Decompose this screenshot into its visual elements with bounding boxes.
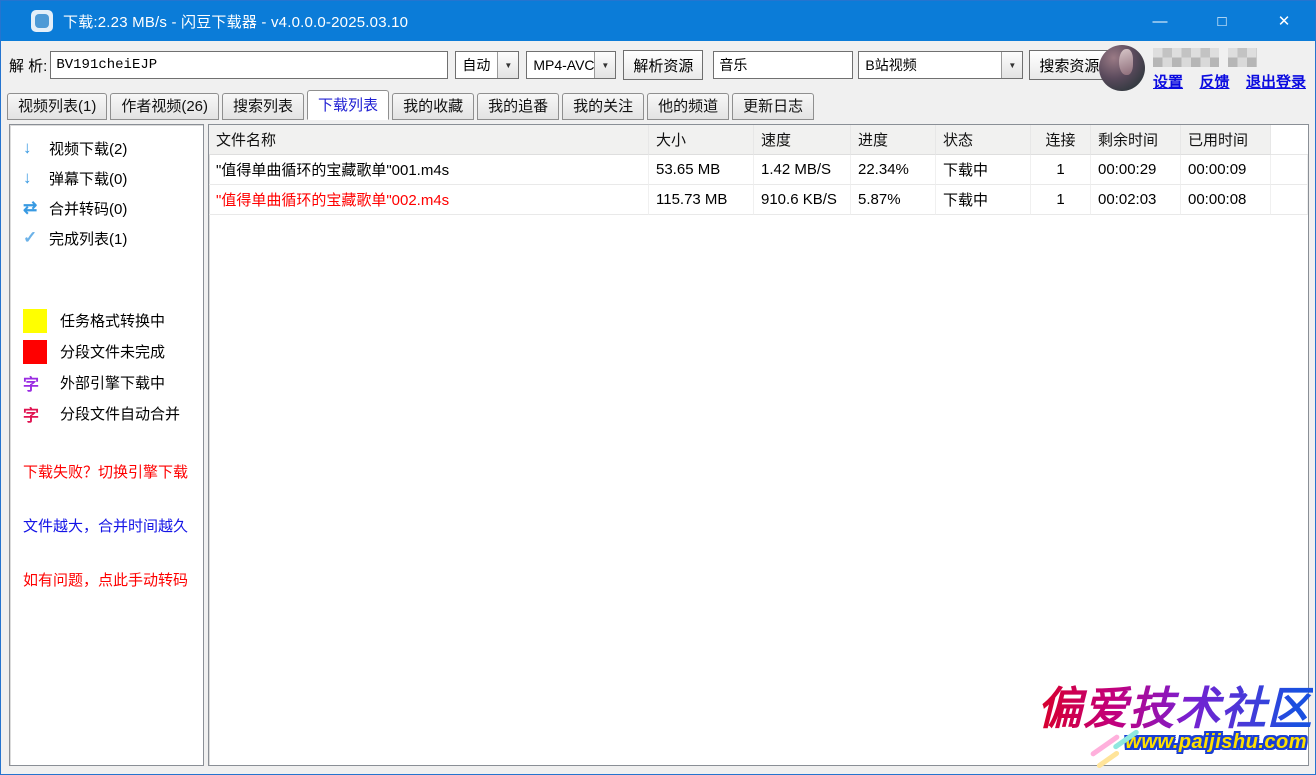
cell-filler <box>1271 155 1308 185</box>
cell-progress: 22.34% <box>851 155 936 185</box>
minimize-button[interactable]: — <box>1129 1 1191 41</box>
transcode-arrows-icon: ⇄ <box>23 198 49 218</box>
sidebar-item-merge-transcode[interactable]: ⇄ 合并转码(0) <box>23 193 203 223</box>
yellow-swatch <box>23 309 47 333</box>
username-censored <box>1153 48 1257 67</box>
mode-select[interactable]: 自动 ▼ <box>455 51 519 79</box>
close-button[interactable]: ✕ <box>1253 1 1315 41</box>
crimson-char-swatch: 字 <box>23 402 47 426</box>
cell-elapsed: 00:00:08 <box>1181 185 1271 215</box>
cell-filler <box>1271 185 1308 215</box>
tab-my-bangumi[interactable]: 我的追番 <box>477 93 559 120</box>
red-swatch <box>23 340 47 364</box>
col-filename[interactable]: 文件名称 <box>209 125 649 155</box>
parse-resource-button[interactable]: 解析资源 <box>623 50 703 80</box>
tab-author-videos[interactable]: 作者视频(26) <box>110 93 219 120</box>
cell-connections: 1 <box>1031 155 1091 185</box>
table-header: 文件名称 大小 速度 进度 状态 连接 剩余时间 已用时间 <box>209 125 1308 155</box>
tab-his-channel[interactable]: 他的频道 <box>647 93 729 120</box>
chevron-down-icon: ▼ <box>594 52 615 78</box>
header-filler <box>1271 125 1308 155</box>
chevron-down-icon: ▼ <box>497 52 518 78</box>
note-merge-time: 文件越大，合并时间越久 <box>23 515 203 536</box>
mosaic-block <box>1153 48 1219 67</box>
tab-search-list[interactable]: 搜索列表 <box>222 93 304 120</box>
sidebar-item-completed-list[interactable]: ✓ 完成列表(1) <box>23 223 203 253</box>
legend-label: 外部引擎下载中 <box>60 372 165 393</box>
purple-char-swatch: 字 <box>23 371 47 395</box>
tab-video-list[interactable]: 视频列表(1) <box>7 93 107 120</box>
app-window: 下载:2.23 MB/s - 闪豆下载器 - v4.0.0.0-2025.03.… <box>0 0 1316 775</box>
sidebar-notes: 下载失败？切换引擎下载 文件越大，合并时间越久 如有问题，点此手动转码 <box>23 461 203 590</box>
sidebar-item-label: 完成列表(1) <box>49 228 127 249</box>
sidebar-item-video-download[interactable]: ↓ 视频下载(2) <box>23 133 203 163</box>
note-switch-engine[interactable]: 下载失败？切换引擎下载 <box>23 461 203 482</box>
tab-bar: 视频列表(1) 作者视频(26) 搜索列表 下载列表 我的收藏 我的追番 我的关… <box>1 89 1315 120</box>
download-arrow-icon: ↓ <box>23 168 49 188</box>
sidebar-item-label: 合并转码(0) <box>49 198 127 219</box>
cell-speed: 1.42 MB/S <box>754 155 851 185</box>
cell-progress: 5.87% <box>851 185 936 215</box>
legend-label: 任务格式转换中 <box>60 310 165 331</box>
col-progress[interactable]: 进度 <box>851 125 936 155</box>
col-remaining[interactable]: 剩余时间 <box>1091 125 1181 155</box>
window-title: 下载:2.23 MB/s - 闪豆下载器 - v4.0.0.0-2025.03.… <box>63 11 408 32</box>
cell-speed: 910.6 KB/S <box>754 185 851 215</box>
cell-remaining: 00:02:03 <box>1091 185 1181 215</box>
chevron-down-icon: ▼ <box>1001 52 1022 78</box>
cell-size: 115.73 MB <box>649 185 754 215</box>
search-keyword-input[interactable] <box>713 51 853 79</box>
format-select[interactable]: MP4-AVC ▼ <box>526 51 616 79</box>
cell-status: 下载中 <box>936 185 1031 215</box>
col-status[interactable]: 状态 <box>936 125 1031 155</box>
source-select[interactable]: B站视频 ▼ <box>858 51 1023 79</box>
cell-status: 下载中 <box>936 155 1031 185</box>
cell-filename: "值得单曲循环的宝藏歌单"002.m4s <box>209 185 649 215</box>
table-row[interactable]: "值得单曲循环的宝藏歌单"002.m4s 115.73 MB 910.6 KB/… <box>209 185 1308 215</box>
maximize-button[interactable]: □ <box>1191 1 1253 41</box>
cell-connections: 1 <box>1031 185 1091 215</box>
col-elapsed[interactable]: 已用时间 <box>1181 125 1271 155</box>
check-icon: ✓ <box>23 228 49 248</box>
cell-filename: "值得单曲循环的宝藏歌单"001.m4s <box>209 155 649 185</box>
cell-elapsed: 00:00:09 <box>1181 155 1271 185</box>
legend-label: 分段文件自动合并 <box>60 403 180 424</box>
parse-url-input[interactable] <box>50 51 448 79</box>
table-row[interactable]: "值得单曲循环的宝藏歌单"001.m4s 53.65 MB 1.42 MB/S … <box>209 155 1308 185</box>
tab-download-list[interactable]: 下载列表 <box>307 90 389 120</box>
window-controls: — □ ✕ <box>1129 1 1315 41</box>
parse-label: 解 析: <box>9 55 47 76</box>
title-bar: 下载:2.23 MB/s - 闪豆下载器 - v4.0.0.0-2025.03.… <box>1 1 1315 41</box>
download-table: 文件名称 大小 速度 进度 状态 连接 剩余时间 已用时间 "值得单曲循环的宝藏… <box>208 124 1309 766</box>
legend-item-auto-merge: 字 分段文件自动合并 <box>23 398 203 429</box>
sidebar-item-label: 弹幕下载(0) <box>49 168 127 189</box>
sidebar-item-danmaku-download[interactable]: ↓ 弹幕下载(0) <box>23 163 203 193</box>
col-size[interactable]: 大小 <box>649 125 754 155</box>
col-connections[interactable]: 连接 <box>1031 125 1091 155</box>
sidebar: ↓ 视频下载(2) ↓ 弹幕下载(0) ⇄ 合并转码(0) ✓ 完成列表(1) … <box>9 124 204 766</box>
tab-my-follows[interactable]: 我的关注 <box>562 93 644 120</box>
app-icon <box>31 10 53 32</box>
legend-item-external-engine: 字 外部引擎下载中 <box>23 367 203 398</box>
tab-changelog[interactable]: 更新日志 <box>732 93 814 120</box>
mosaic-block <box>1228 48 1257 67</box>
sidebar-item-label: 视频下载(2) <box>49 138 127 159</box>
col-speed[interactable]: 速度 <box>754 125 851 155</box>
tab-my-favorites[interactable]: 我的收藏 <box>392 93 474 120</box>
legend-item-segment-incomplete: 分段文件未完成 <box>23 336 203 367</box>
note-manual-transcode[interactable]: 如有问题，点此手动转码 <box>23 569 203 590</box>
legend-item-converting: 任务格式转换中 <box>23 305 203 336</box>
cell-remaining: 00:00:29 <box>1091 155 1181 185</box>
search-resource-button[interactable]: 搜索资源 <box>1029 50 1109 80</box>
avatar[interactable] <box>1099 45 1145 91</box>
status-legend: 任务格式转换中 分段文件未完成 字 外部引擎下载中 字 分段文件自动合并 <box>23 305 203 429</box>
legend-label: 分段文件未完成 <box>60 341 165 362</box>
download-arrow-icon: ↓ <box>23 138 49 158</box>
cell-size: 53.65 MB <box>649 155 754 185</box>
user-area: 设置 反馈 退出登录 <box>1099 45 1313 91</box>
